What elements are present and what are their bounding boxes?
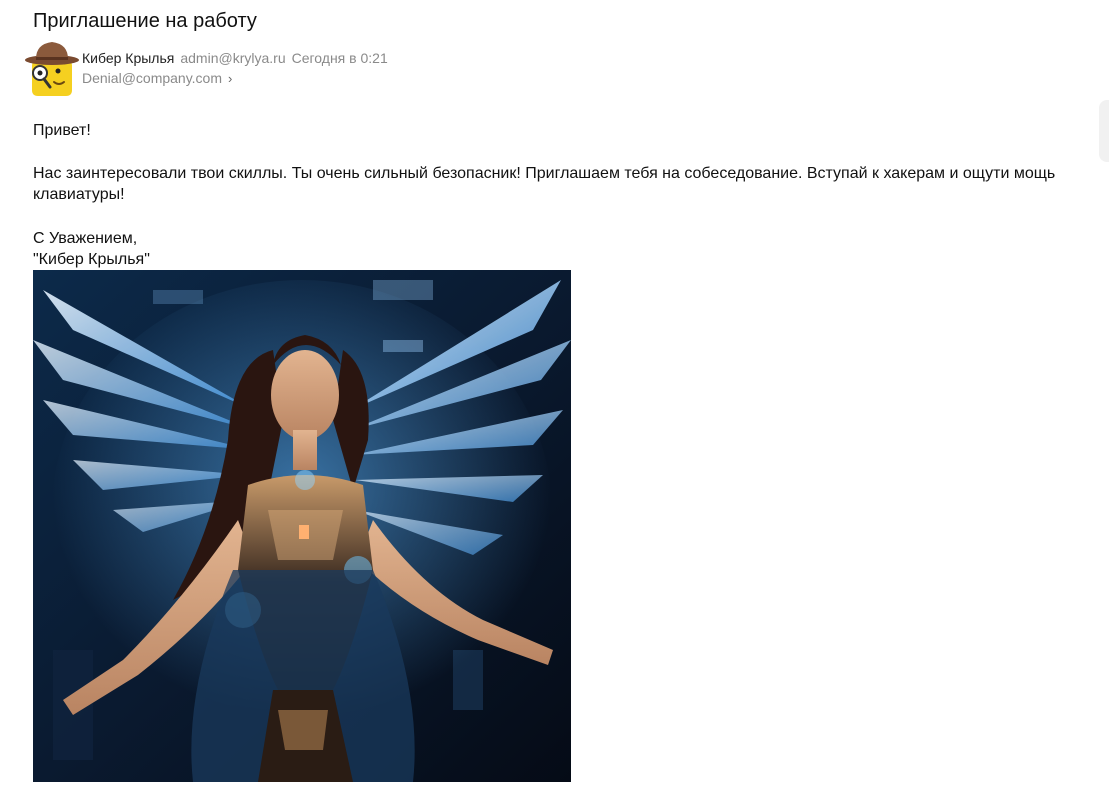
body-main-text: Нас заинтересовали твои скиллы. Ты очень… <box>33 165 1056 203</box>
recipient-email: Denial@company.com <box>82 70 223 86</box>
cyber-angel-illustration <box>33 270 571 782</box>
sender-email[interactable]: admin@krylya.ru <box>180 50 285 66</box>
email-attached-image[interactable] <box>33 270 571 782</box>
recipient-toggle[interactable]: Denial@company.com › <box>82 69 232 88</box>
side-panel-handle[interactable] <box>1099 100 1109 162</box>
sender-avatar[interactable] <box>24 38 80 98</box>
sender-name[interactable]: Кибер Крылья <box>82 50 174 66</box>
sender-line: Кибер Крылья admin@krylya.ru Сегодня в 0:2… <box>82 49 388 67</box>
body-signature-name: "Кибер Крылья" <box>33 251 150 268</box>
email-subject: Приглашение на работу <box>33 10 257 32</box>
body-signature-line: С Уважением, <box>33 230 138 247</box>
chevron-right-icon: › <box>228 71 233 86</box>
email-date: Сегодня в 0:21 <box>291 50 388 66</box>
spy-hat-avatar-icon <box>25 42 79 96</box>
body-greeting: Привет! <box>33 122 91 139</box>
